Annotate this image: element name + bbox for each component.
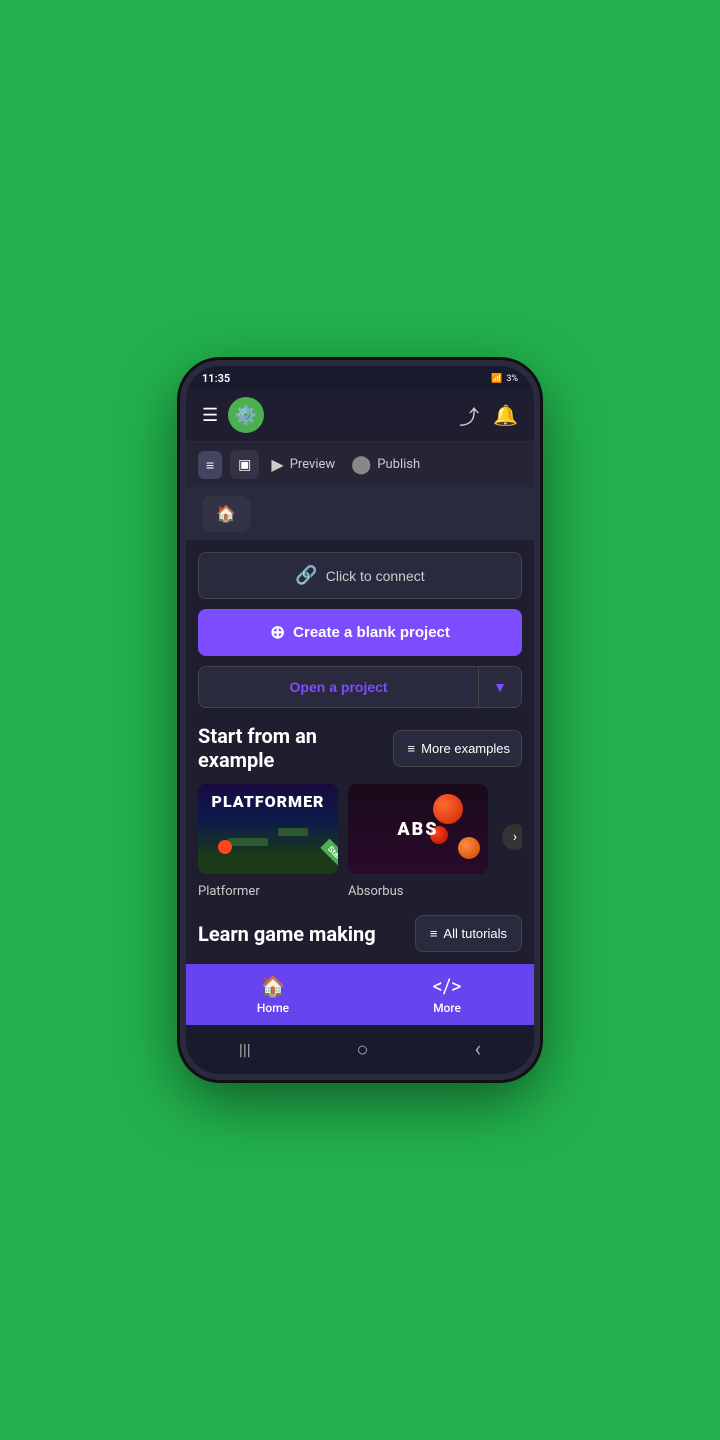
list-icon: ≡ — [408, 741, 416, 756]
notch — [320, 366, 400, 384]
platformer-text: PLATFORMER — [212, 792, 325, 811]
app-logo: ⚙️ — [228, 397, 264, 433]
nav-more-icon: </> — [433, 974, 462, 998]
objects-icon: ▣ — [238, 456, 251, 473]
tutorials-title: Learn game making — [198, 922, 376, 946]
all-tutorials-button[interactable]: ≡ All tutorials — [415, 915, 522, 952]
nav-more-label: More — [433, 1001, 461, 1015]
chevron-down-icon: ▼ — [493, 679, 507, 695]
play-icon: ▶ — [271, 455, 283, 474]
absorbus-bg: ABS — [348, 784, 488, 874]
toolbar: ≡ ▣ ▶ Preview ⬤ Publish — [186, 442, 534, 488]
home-system-button[interactable]: ○ — [337, 1033, 389, 1066]
recent-apps-button[interactable]: ||| — [219, 1036, 271, 1063]
open-dropdown-button[interactable]: ▼ — [479, 666, 522, 708]
open-label: Open a project — [290, 679, 388, 695]
status-time: 11:35 — [202, 372, 230, 385]
main-content: 🔗 Click to connect ⊕ Create a blank proj… — [186, 540, 534, 964]
wifi-icon: 📶 — [491, 374, 502, 384]
list-icon2: ≡ — [430, 926, 438, 941]
objects-button[interactable]: ▣ — [230, 450, 259, 479]
examples-next-arrow[interactable]: › — [502, 824, 522, 850]
hamburger-icon[interactable]: ☰ — [202, 405, 218, 426]
platform1 — [228, 838, 268, 846]
tutorials-section-header: Learn game making ≡ All tutorials — [198, 915, 522, 952]
home-bar: 🏠 — [186, 488, 534, 540]
planet2 — [458, 837, 480, 859]
publish-section: ⬤ Publish — [351, 454, 420, 475]
absorbus-text: ABS — [397, 819, 438, 840]
platform2 — [278, 828, 308, 836]
nav-home[interactable]: 🏠 Home — [186, 964, 360, 1025]
open-project-button[interactable]: Open a project — [198, 666, 479, 708]
all-tutorials-label: All tutorials — [443, 926, 507, 941]
app-header: ☰ ⚙️ ⤴ 🔔 — [186, 389, 534, 442]
home-icon: 🏠 — [216, 506, 236, 523]
nav-home-icon: 🏠 — [261, 974, 286, 998]
platformer-bg: PLATFORMER Starter — [198, 784, 338, 874]
absorbus-label: Absorbus — [348, 884, 404, 899]
publish-label: Publish — [377, 457, 420, 472]
examples-row: PLATFORMER Starter Platformer ABS Absor — [198, 784, 522, 899]
header-right: ⤴ 🔔 — [459, 401, 518, 430]
platformer-thumb: PLATFORMER Starter — [198, 784, 338, 874]
back-button[interactable]: ‹ — [454, 1033, 501, 1066]
character — [218, 840, 232, 854]
absorbus-thumb: ABS — [348, 784, 488, 874]
publish-toggle-icon: ⬤ — [351, 454, 371, 475]
bell-icon[interactable]: 🔔 — [493, 403, 518, 427]
ground — [198, 854, 338, 874]
preview-section: ▶ Preview — [271, 455, 335, 474]
connect-button[interactable]: 🔗 Click to connect — [198, 552, 522, 599]
status-icons: 📶 3% — [491, 374, 518, 384]
absorbus-card[interactable]: ABS Absorbus — [348, 784, 488, 899]
more-examples-button[interactable]: ≡ More examples — [393, 730, 522, 767]
nav-home-label: Home — [257, 1001, 289, 1015]
system-nav: ||| ○ ‹ — [186, 1025, 534, 1074]
more-examples-label: More examples — [421, 741, 510, 756]
examples-title: Start from an example — [198, 724, 393, 772]
open-project-row: Open a project ▼ — [198, 666, 522, 708]
scenes-button[interactable]: ≡ — [198, 451, 222, 479]
scenes-icon: ≡ — [206, 457, 214, 473]
preview-label: Preview — [290, 457, 335, 472]
platformer-card[interactable]: PLATFORMER Starter Platformer — [198, 784, 338, 899]
logo-gear-icon: ⚙️ — [235, 405, 257, 426]
connect-icon: 🔗 — [295, 565, 317, 586]
connect-label: Click to connect — [326, 568, 425, 584]
nav-more[interactable]: </> More — [360, 964, 534, 1025]
create-plus-icon: ⊕ — [270, 622, 285, 643]
phone-frame: 11:35 📶 3% ☰ ⚙️ ⤴ 🔔 ≡ ▣ ▶ Preview — [180, 360, 540, 1080]
header-left: ☰ ⚙️ — [202, 397, 264, 433]
create-blank-button[interactable]: ⊕ Create a blank project — [198, 609, 522, 656]
share-icon[interactable]: ⤴ — [459, 401, 479, 430]
create-label: Create a blank project — [293, 624, 450, 641]
bottom-nav: 🏠 Home </> More — [186, 964, 534, 1025]
examples-section-header: Start from an example ≡ More examples — [198, 724, 522, 772]
battery-icon: 3% — [506, 374, 518, 384]
platformer-label: Platformer — [198, 884, 260, 899]
home-button[interactable]: 🏠 — [202, 496, 250, 532]
